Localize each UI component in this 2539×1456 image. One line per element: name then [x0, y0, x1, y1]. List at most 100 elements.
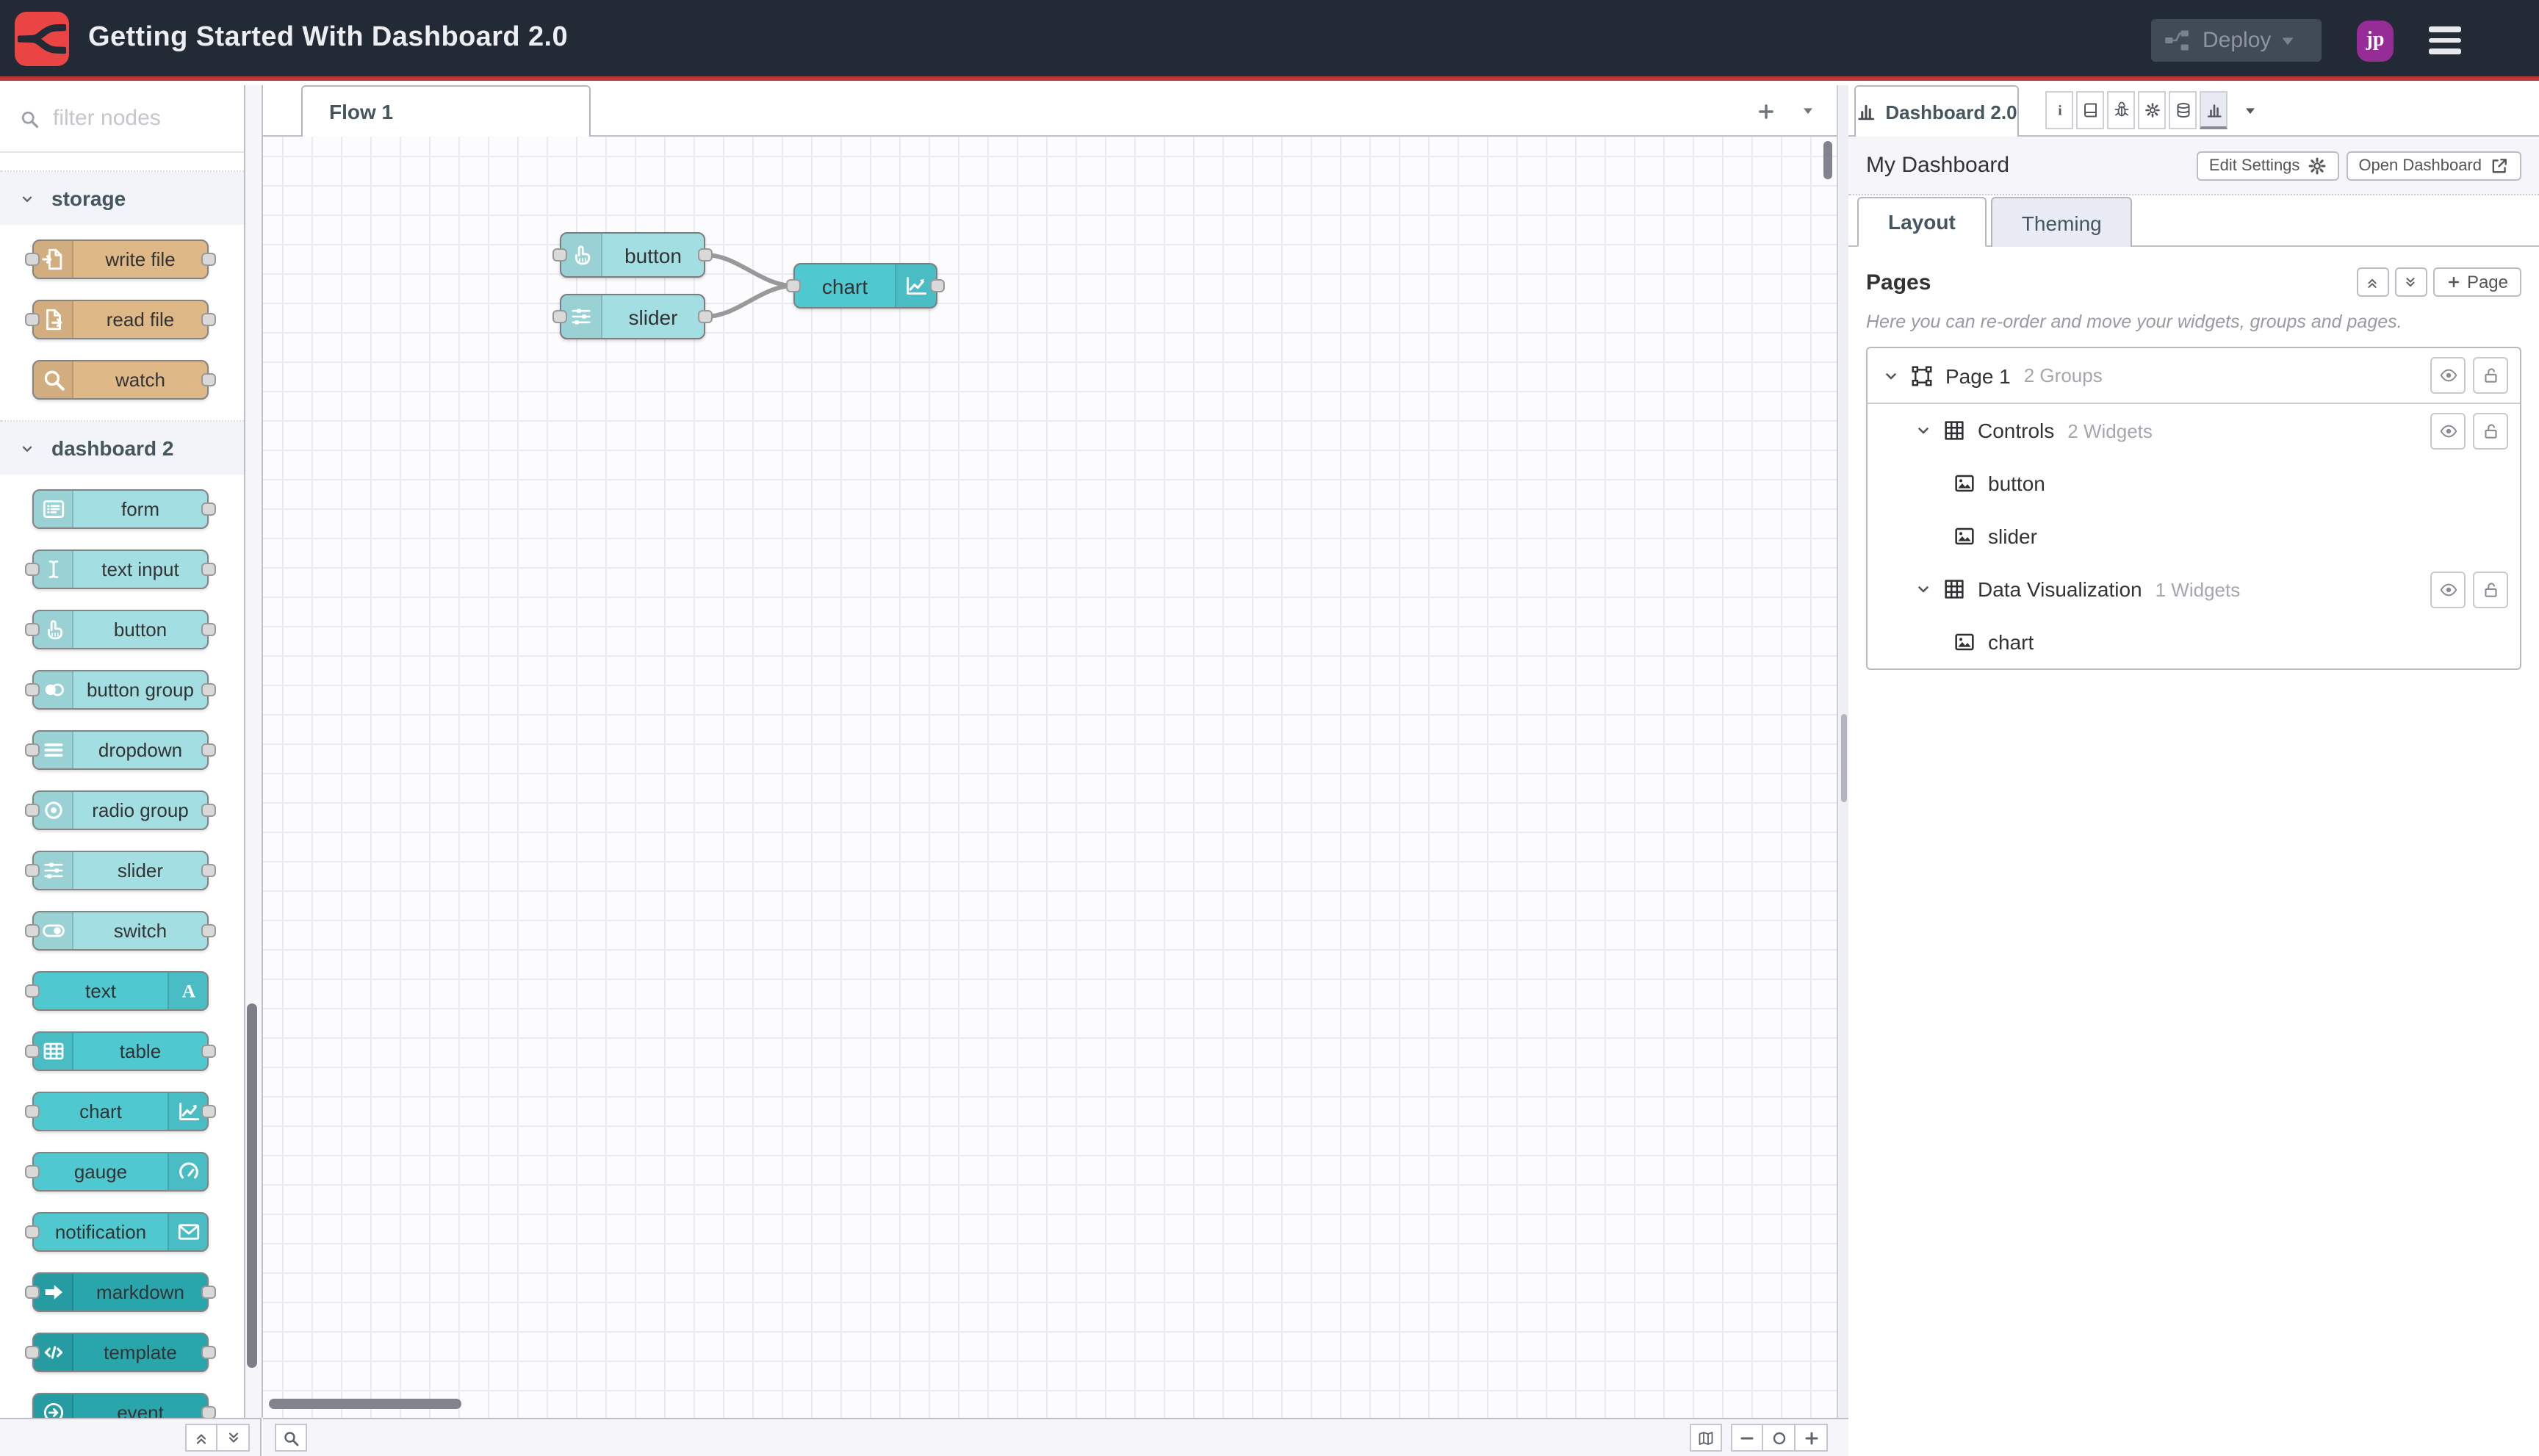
- palette-node-slider[interactable]: slider: [25, 851, 216, 890]
- palette-node-button[interactable]: button: [25, 610, 216, 649]
- main-menu-button[interactable]: [2429, 26, 2461, 54]
- sidebar-tool-info-button[interactable]: i: [2045, 91, 2073, 129]
- search-button[interactable]: [275, 1424, 307, 1452]
- move-down-button[interactable]: [2394, 267, 2427, 297]
- palette-node-radio-group[interactable]: radio group: [25, 790, 216, 830]
- add-page-button[interactable]: Page: [2432, 267, 2521, 297]
- input-port[interactable]: [552, 248, 567, 261]
- input-port[interactable]: [25, 1285, 40, 1298]
- canvas-vscrollbar-thumb[interactable]: [1823, 141, 1832, 179]
- user-avatar[interactable]: jp: [2357, 20, 2394, 61]
- sidebar-tool-context-button[interactable]: [2169, 91, 2197, 129]
- output-port[interactable]: [930, 278, 945, 292]
- lock-toggle-button[interactable]: [2473, 357, 2508, 394]
- input-port[interactable]: [786, 278, 801, 292]
- palette-node-switch[interactable]: switch: [25, 911, 216, 951]
- open-dashboard-button[interactable]: Open Dashboard: [2347, 151, 2521, 180]
- lock-toggle-button[interactable]: [2473, 571, 2508, 608]
- output-port[interactable]: [201, 1345, 216, 1358]
- sidebar-more-tabs-button[interactable]: [2242, 102, 2258, 118]
- palette-node-text[interactable]: Atext: [25, 971, 209, 1011]
- palette-node-button-group[interactable]: button group: [25, 670, 216, 710]
- flow-node-chart[interactable]: chart: [786, 263, 945, 309]
- output-port[interactable]: [201, 312, 216, 325]
- output-port[interactable]: [698, 248, 713, 261]
- input-port[interactable]: [25, 1164, 40, 1178]
- palette-node-write-file[interactable]: write file: [25, 239, 216, 279]
- tree-row-controls[interactable]: Controls 2 Widgets: [1868, 404, 2520, 457]
- palette-scrollbar-thumb[interactable]: [247, 1003, 257, 1368]
- edit-settings-button[interactable]: Edit Settings: [2197, 151, 2340, 180]
- output-port[interactable]: [201, 502, 216, 515]
- flow-node-button[interactable]: button: [552, 232, 713, 278]
- output-port[interactable]: [201, 1405, 216, 1418]
- sidebar-tool-config-button[interactable]: [2138, 91, 2166, 129]
- visibility-toggle-button[interactable]: [2430, 412, 2466, 449]
- flow-canvas[interactable]: button slider chart: [263, 137, 1837, 1418]
- palette-node-template[interactable]: template: [25, 1333, 216, 1372]
- input-port[interactable]: [25, 312, 40, 325]
- flow-tab[interactable]: Flow 1: [301, 85, 591, 137]
- output-port[interactable]: [698, 309, 713, 322]
- tab-layout[interactable]: Layout: [1857, 197, 1987, 247]
- sidebar-tool-help-button[interactable]: [2076, 91, 2104, 129]
- input-port[interactable]: [25, 863, 40, 876]
- output-port[interactable]: [201, 1285, 216, 1298]
- palette-node-watch[interactable]: watch: [32, 360, 216, 400]
- sidebar-tool-debug-button[interactable]: [2107, 91, 2135, 129]
- palette-node-read-file[interactable]: read file: [25, 300, 216, 339]
- palette-category-header[interactable]: storage: [0, 172, 244, 225]
- input-port[interactable]: [25, 923, 40, 937]
- tree-row-button[interactable]: button: [1868, 457, 2520, 510]
- tree-row-chart[interactable]: chart: [1868, 616, 2520, 668]
- deploy-button[interactable]: Deploy: [2151, 19, 2322, 62]
- zoom-reset-button[interactable]: [1763, 1424, 1796, 1452]
- expand-all-button[interactable]: [217, 1424, 250, 1452]
- tree-row-page-1[interactable]: Page 1 2 Groups: [1868, 348, 2520, 404]
- output-port[interactable]: [201, 923, 216, 937]
- output-port[interactable]: [201, 863, 216, 876]
- tab-dashboard-2.0[interactable]: Dashboard 2.0: [1854, 85, 2019, 137]
- input-port[interactable]: [25, 562, 40, 575]
- input-port[interactable]: [25, 252, 40, 265]
- flow-list-button[interactable]: [1800, 103, 1816, 119]
- collapse-all-button[interactable]: [185, 1424, 217, 1452]
- navigator-button[interactable]: [1690, 1424, 1722, 1452]
- add-flow-button[interactable]: [1756, 101, 1776, 121]
- sidebar-tool-dashboard-button[interactable]: [2200, 91, 2228, 129]
- input-port[interactable]: [25, 743, 40, 756]
- output-port[interactable]: [201, 682, 216, 696]
- palette-node-dropdown[interactable]: dropdown: [25, 730, 216, 770]
- palette-node-gauge[interactable]: gauge: [25, 1152, 209, 1192]
- canvas-hscrollbar-thumb[interactable]: [269, 1399, 461, 1409]
- palette-node-notification[interactable]: notification: [25, 1212, 209, 1252]
- separator-scrollbar-thumb[interactable]: [1841, 714, 1847, 802]
- tree-row-data-visualization[interactable]: Data Visualization 1 Widgets: [1868, 563, 2520, 616]
- move-up-button[interactable]: [2356, 267, 2389, 297]
- palette-node-markdown[interactable]: markdown: [25, 1272, 216, 1312]
- output-port[interactable]: [201, 372, 216, 386]
- input-port[interactable]: [25, 803, 40, 816]
- palette-node-event[interactable]: event: [32, 1393, 216, 1418]
- output-port[interactable]: [201, 803, 216, 816]
- input-port[interactable]: [25, 622, 40, 635]
- input-port[interactable]: [25, 1225, 40, 1238]
- deploy-options-caret-icon[interactable]: [2277, 30, 2298, 51]
- output-port[interactable]: [201, 252, 216, 265]
- tab-theming[interactable]: Theming: [1990, 197, 2133, 247]
- visibility-toggle-button[interactable]: [2430, 571, 2466, 608]
- output-port[interactable]: [201, 562, 216, 575]
- flow-node-slider[interactable]: slider: [552, 294, 713, 339]
- output-port[interactable]: [201, 1104, 216, 1117]
- input-port[interactable]: [25, 984, 40, 997]
- lock-toggle-button[interactable]: [2473, 412, 2508, 449]
- output-port[interactable]: [201, 622, 216, 635]
- palette-node-table[interactable]: table: [25, 1031, 216, 1071]
- palette-search[interactable]: filter nodes: [0, 85, 244, 153]
- palette-category-header[interactable]: dashboard 2: [0, 422, 244, 475]
- palette-node-form[interactable]: form: [32, 489, 216, 529]
- zoom-out-button[interactable]: [1731, 1424, 1763, 1452]
- input-port[interactable]: [552, 309, 567, 322]
- input-port[interactable]: [25, 1044, 40, 1057]
- input-port[interactable]: [25, 1104, 40, 1117]
